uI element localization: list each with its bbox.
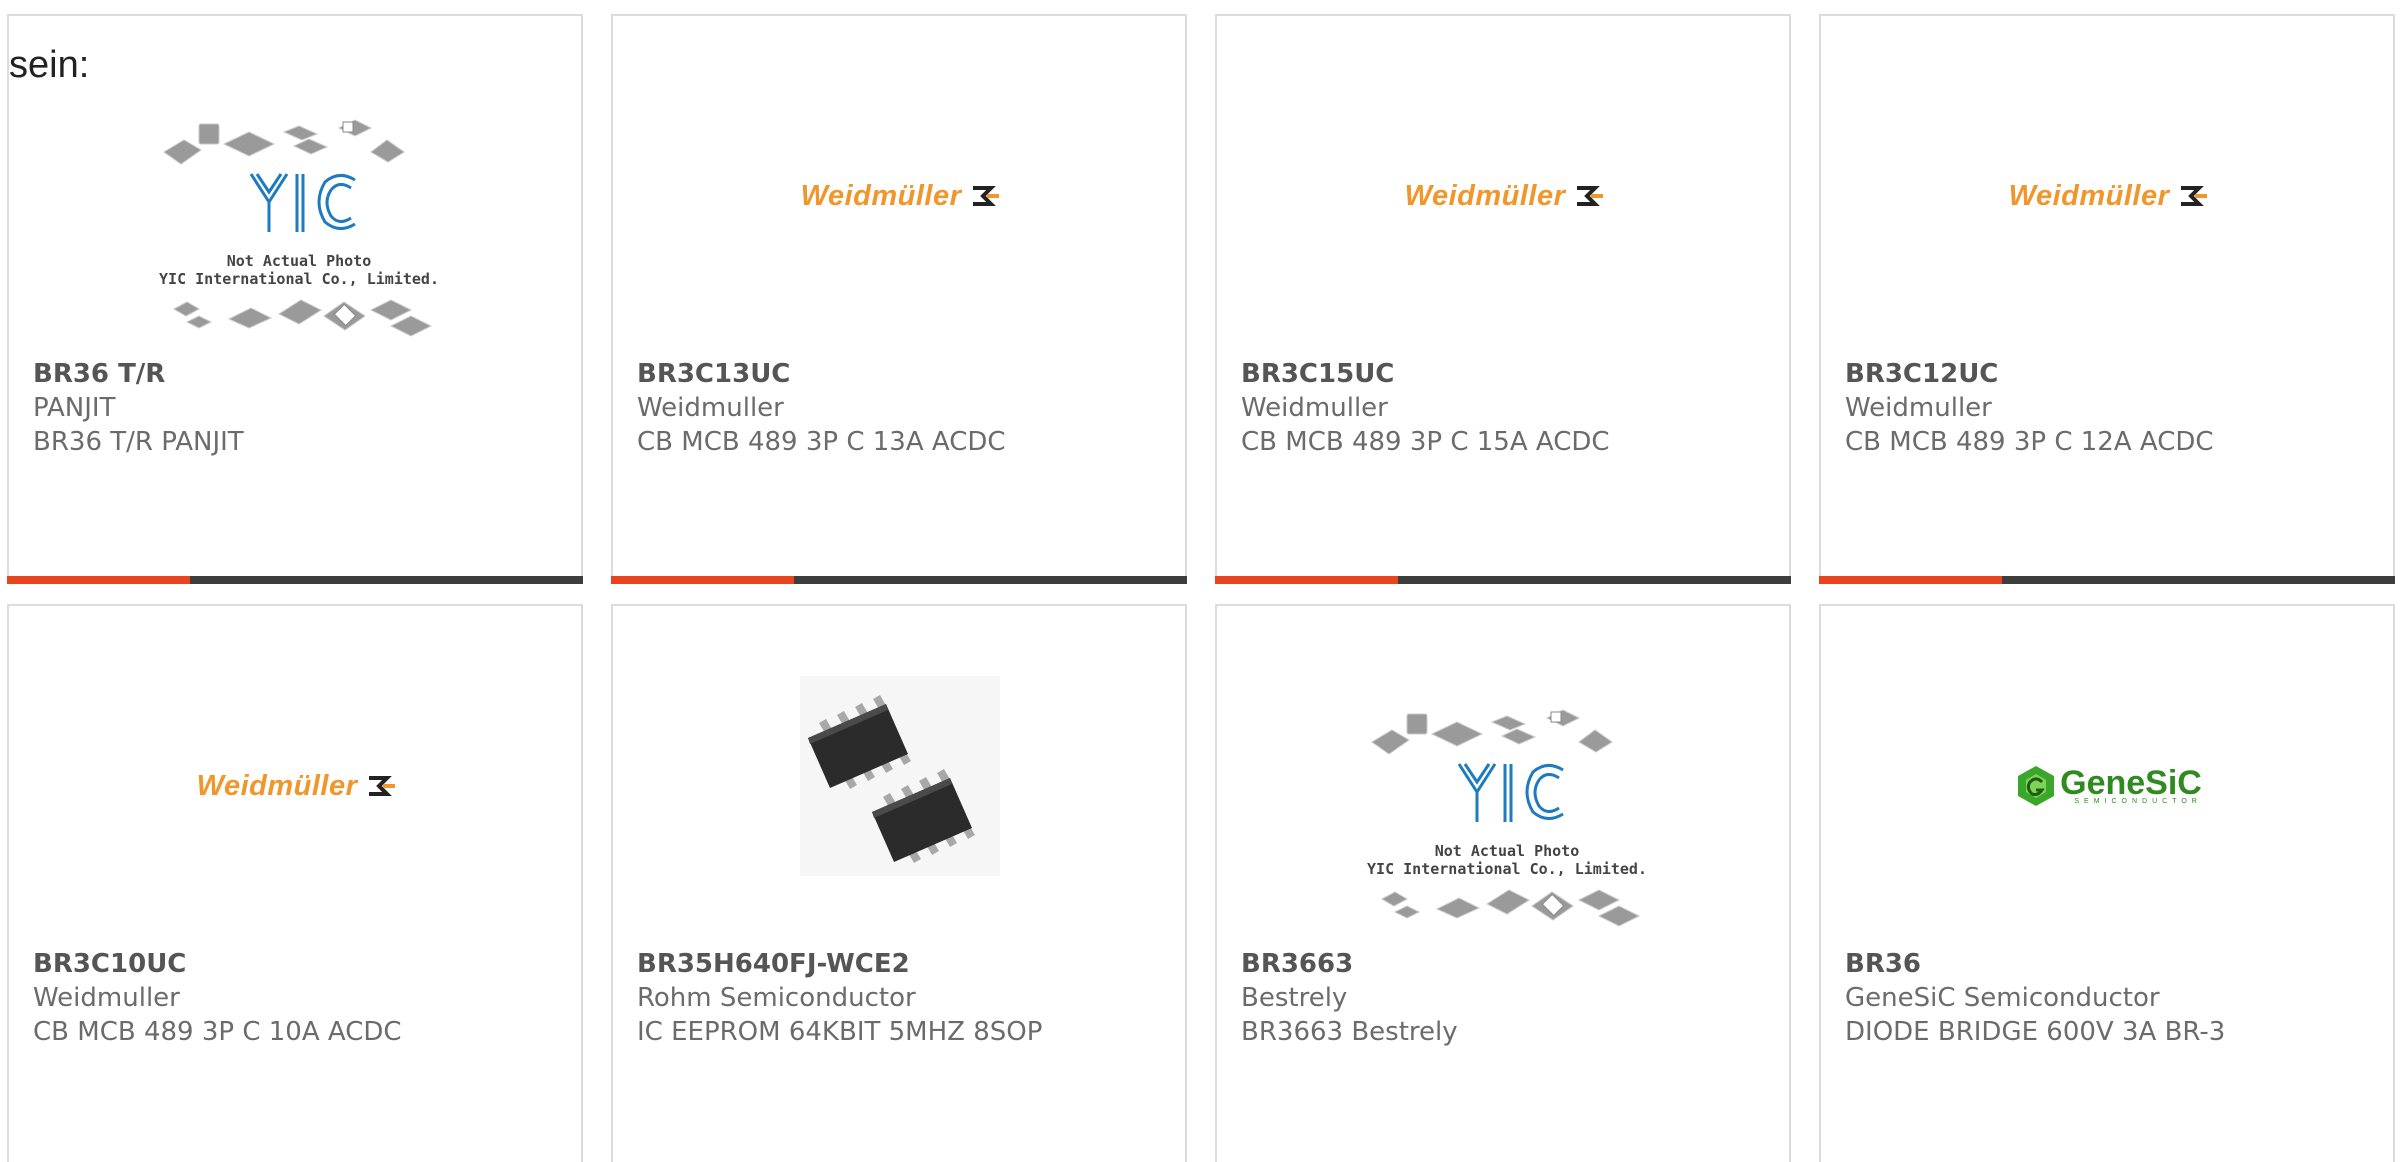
component-placeholder-icon (163, 119, 433, 337)
genesic-brand-text: GeneSiC (2060, 763, 2202, 802)
placeholder-line-1: Not Actual Photo (1434, 842, 1580, 860)
product-card[interactable]: Not Actual Photo YIC International Co., … (1215, 604, 1791, 1162)
part-number-link[interactable]: BR3C12UC (1845, 357, 2214, 391)
product-card[interactable]: BR35H640FJ-WCE2 Rohm Semiconductor IC EE… (611, 604, 1187, 1162)
manufacturer: Weidmuller (33, 983, 180, 1013)
part-number-link[interactable]: BR35H640FJ-WCE2 (637, 947, 1042, 981)
part-number-link[interactable]: BR3C13UC (637, 357, 1006, 391)
card-accent-bar (1819, 576, 2002, 584)
product-card[interactable]: Weidmüller BR3C10UC Weidmuller CB MCB 48… (7, 604, 583, 1162)
card-accent-bar (611, 576, 794, 584)
card-accent-bar (7, 576, 190, 584)
description: CB MCB 489 3P C 15A ACDC (1241, 427, 1610, 457)
weidmuller-logo: Weidmüller (763, 166, 1039, 226)
genesic-sub-text: SEMICONDUCTOR (2074, 797, 2202, 805)
card-bottom-bar (611, 576, 1187, 584)
product-card[interactable]: GeneSiC SEMICONDUCTOR BR36 GeneSiC Semic… (1819, 604, 2395, 1162)
part-number-link[interactable]: BR3C10UC (33, 947, 402, 981)
manufacturer: Weidmuller (1845, 393, 1992, 423)
weidmuller-logo: Weidmüller (1367, 166, 1643, 226)
manufacturer: Weidmuller (637, 393, 784, 423)
not-actual-photo-image: Not Actual Photo YIC International Co., … (1367, 694, 1647, 946)
weidmuller-brand-text: Weidmüller (196, 769, 358, 802)
sop8-chip-photo (800, 676, 1000, 876)
card-bottom-bar (1215, 576, 1791, 584)
sop8-chip-icon (808, 694, 975, 864)
description: BR3663 Bestrely (1241, 1017, 1458, 1047)
weidmuller-mark-icon (973, 186, 1000, 206)
weidmuller-mark-icon (369, 776, 396, 796)
manufacturer: Weidmuller (1241, 393, 1388, 423)
weidmuller-brand-text: Weidmüller (2008, 179, 2170, 212)
part-number-link[interactable]: BR36 (1845, 947, 2225, 981)
placeholder-line-2: YIC International Co., Limited. (159, 270, 439, 288)
genesic-logo: GeneSiC SEMICONDUCTOR (1971, 746, 2247, 826)
description: CB MCB 489 3P C 12A ACDC (1845, 427, 2214, 457)
description: IC EEPROM 64KBIT 5MHZ 8SOP (637, 1017, 1043, 1047)
weidmuller-logo: Weidmüller (159, 756, 435, 816)
description: BR36 T/R PANJIT (33, 427, 244, 457)
product-grid: Not Actual Photo YIC International Co., … (0, 0, 2400, 1162)
part-number-link[interactable]: BR36 T/R (33, 357, 244, 391)
product-card[interactable]: Weidmüller BR3C12UC Weidmuller CB MCB 48… (1819, 14, 2395, 584)
part-number-link[interactable]: BR3C15UC (1241, 357, 1610, 391)
not-actual-photo-image: Not Actual Photo YIC International Co., … (159, 104, 439, 356)
product-card[interactable]: Not Actual Photo YIC International Co., … (7, 14, 583, 584)
description: DIODE BRIDGE 600V 3A BR-3 (1845, 1017, 2226, 1047)
weidmuller-mark-icon (1577, 186, 1604, 206)
genesic-hexagon-icon (2018, 766, 2055, 806)
manufacturer: Rohm Semiconductor (637, 983, 916, 1013)
part-number-link[interactable]: BR3663 (1241, 947, 1458, 981)
weidmuller-brand-text: Weidmüller (1404, 179, 1566, 212)
card-accent-bar (1215, 576, 1398, 584)
card-bottom-bar (1819, 576, 2395, 584)
manufacturer: Bestrely (1241, 983, 1348, 1013)
manufacturer: PANJIT (33, 393, 116, 423)
placeholder-line-1: Not Actual Photo (226, 252, 372, 270)
weidmuller-mark-icon (2181, 186, 2208, 206)
description: CB MCB 489 3P C 13A ACDC (637, 427, 1006, 457)
weidmuller-logo: Weidmüller (1971, 166, 2247, 226)
manufacturer: GeneSiC Semiconductor (1845, 983, 2160, 1013)
product-card[interactable]: Weidmüller BR3C13UC Weidmuller CB MCB 48… (611, 14, 1187, 584)
product-card[interactable]: Weidmüller BR3C15UC Weidmuller CB MCB 48… (1215, 14, 1791, 584)
component-placeholder-icon (1371, 709, 1641, 927)
description: CB MCB 489 3P C 10A ACDC (33, 1017, 402, 1047)
heading-fragment: sein: (9, 44, 90, 86)
placeholder-line-2: YIC International Co., Limited. (1367, 860, 1647, 878)
card-bottom-bar (7, 576, 583, 584)
weidmuller-brand-text: Weidmüller (800, 179, 962, 212)
